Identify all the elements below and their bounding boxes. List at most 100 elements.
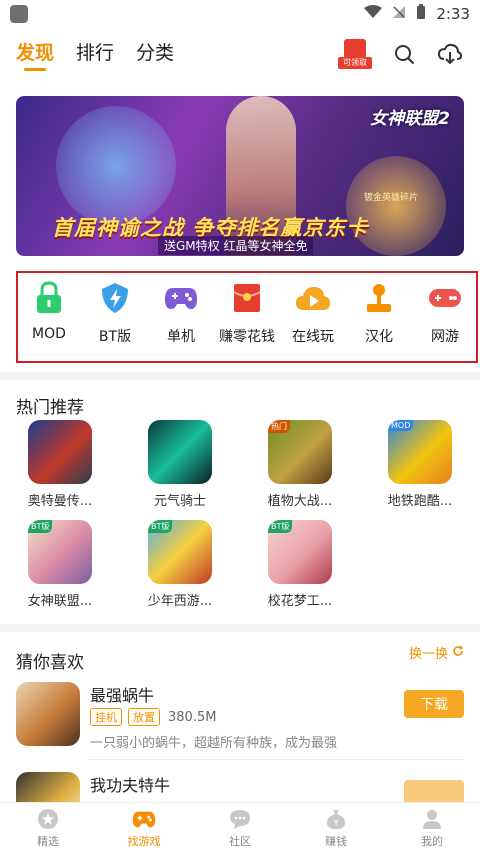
category-label: 网游 <box>431 329 459 345</box>
game-thumbnail <box>16 682 80 746</box>
category-label: 单机 <box>167 329 195 345</box>
no-signal-icon <box>392 5 406 23</box>
category-label: 赚零花钱 <box>219 329 275 345</box>
list-divider <box>88 759 464 760</box>
game-name: 校花梦工... <box>267 594 333 609</box>
game-name: 元气骑士 <box>153 494 206 509</box>
game-tags: 挂机 放置 380.5M <box>90 708 216 726</box>
game-thumbnail <box>28 420 92 484</box>
game-tag: 放置 <box>128 708 160 726</box>
search-icon[interactable] <box>390 40 418 68</box>
shield-icon <box>97 280 133 316</box>
chat-icon <box>228 808 252 830</box>
nav-label: 我的 <box>421 834 443 848</box>
lock-icon <box>31 280 67 316</box>
gift-icon <box>344 39 366 59</box>
nav-featured[interactable]: 精选 <box>0 803 96 853</box>
game-thumbnail: BT版 <box>268 520 332 584</box>
game-badge: MOD <box>388 420 414 431</box>
banner-subtext: 镀金英雄碎片 <box>363 193 418 203</box>
nav-earn[interactable]: ¥ 赚钱 <box>288 803 384 853</box>
category-online[interactable]: 在线玩 <box>280 280 346 346</box>
gamepad-icon <box>163 280 199 316</box>
clock: 2:33 <box>436 5 470 23</box>
game-thumbnail: 热门 <box>268 420 332 484</box>
game-badge: 热门 <box>268 420 290 433</box>
nav-find-games[interactable]: 找游戏 <box>96 803 192 853</box>
gift-button[interactable]: 可领取 <box>338 37 372 71</box>
category-earn[interactable]: 赚零花钱 <box>214 280 280 346</box>
tab-category[interactable]: 分类 <box>136 38 174 71</box>
hot-game-item[interactable]: BT版 少年西游... <box>132 520 228 609</box>
top-tabs: 发现 排行 分类 <box>16 38 174 71</box>
controller-icon <box>427 280 463 316</box>
game-thumbnail: BT版 <box>28 520 92 584</box>
banner-tagline: 送GM特权 红晶等女神全免 <box>158 236 314 255</box>
game-thumbnail: BT版 <box>148 520 212 584</box>
banner-logo: 女神联盟2 <box>370 109 450 129</box>
hot-game-item[interactable]: 热门 植物大战... <box>252 420 348 509</box>
game-name: 植物大战... <box>267 494 333 509</box>
game-name: 奥特曼传... <box>27 494 93 509</box>
gift-label: 可领取 <box>338 57 372 69</box>
hot-game-item[interactable]: BT版 女神联盟... <box>12 520 108 609</box>
nav-community[interactable]: 社区 <box>192 803 288 853</box>
red-envelope-icon <box>229 280 265 316</box>
nav-label: 赚钱 <box>325 834 347 848</box>
svg-text:¥: ¥ <box>333 818 338 827</box>
game-name: 地铁跑酷... <box>387 494 453 509</box>
banner-crystal-art <box>56 106 176 226</box>
guess-section-title: 猜你喜欢 <box>16 653 84 673</box>
user-icon <box>420 808 444 830</box>
category-chinese[interactable]: 汉化 <box>346 280 412 346</box>
money-bag-icon: ¥ <box>324 808 348 830</box>
game-title: 我功夫特牛 <box>90 776 171 795</box>
wifi-icon <box>364 5 383 23</box>
game-thumbnail <box>148 420 212 484</box>
category-mod[interactable]: MOD <box>16 280 82 346</box>
promo-banner[interactable]: 女神联盟2 镀金英雄碎片 首届神谕之战 争夺排名赢京东卡 送GM特权 红晶等女神… <box>16 96 464 256</box>
nav-label: 精选 <box>37 834 59 848</box>
category-single[interactable]: 单机 <box>148 280 214 346</box>
nav-profile[interactable]: 我的 <box>384 803 480 853</box>
cloud-play-icon <box>295 280 331 316</box>
star-icon <box>36 808 60 830</box>
category-bt[interactable]: BT版 <box>82 280 148 346</box>
game-badge: BT版 <box>268 520 293 533</box>
download-cloud-icon[interactable] <box>436 40 464 68</box>
game-size: 380.5M <box>168 709 217 725</box>
download-button[interactable]: 下载 <box>404 690 464 718</box>
bottom-nav: 精选 找游戏 社区 ¥ 赚钱 我的 <box>0 802 480 853</box>
category-label: MOD <box>32 326 66 342</box>
hot-game-item[interactable]: 元气骑士 <box>132 420 228 509</box>
joystick-icon <box>361 280 397 316</box>
game-badge: BT版 <box>148 520 173 533</box>
category-label: 在线玩 <box>292 329 334 345</box>
recommend-item[interactable]: 最强蜗牛 挂机 放置 380.5M 一只弱小的蜗牛，超越所有种族，成为最强 下载 <box>16 682 464 752</box>
refresh-button[interactable]: 换一换 <box>409 643 464 662</box>
game-title: 最强蜗牛 <box>90 686 155 705</box>
game-thumbnail: MOD <box>388 420 452 484</box>
hot-game-item[interactable]: MOD 地铁跑酷... <box>372 420 468 509</box>
gamepad-icon <box>132 808 156 830</box>
hot-game-item[interactable]: 奥特曼传... <box>12 420 108 509</box>
category-label: BT版 <box>98 329 132 345</box>
nav-label: 找游戏 <box>127 834 161 848</box>
game-name: 少年西游... <box>147 594 213 609</box>
section-divider <box>0 624 480 632</box>
tab-discover[interactable]: 发现 <box>16 38 54 71</box>
notification-icon <box>10 5 28 23</box>
section-divider <box>0 372 480 380</box>
game-tag: 挂机 <box>90 708 122 726</box>
game-name: 女神联盟... <box>27 594 93 609</box>
status-bar: 2:33 <box>0 0 480 28</box>
category-online-game[interactable]: 网游 <box>412 280 478 346</box>
category-row: MOD BT版 单机 赚零花钱 在线玩 汉化 网游 <box>16 280 478 346</box>
hot-section-title: 热门推荐 <box>16 398 84 418</box>
category-label: 汉化 <box>365 329 393 345</box>
top-header: 发现 排行 分类 可领取 <box>0 28 480 80</box>
hot-game-item[interactable]: BT版 校花梦工... <box>252 520 348 609</box>
refresh-label: 换一换 <box>408 647 448 662</box>
game-description: 一只弱小的蜗牛，超越所有种族，成为最强 <box>90 736 338 751</box>
tab-ranking[interactable]: 排行 <box>76 38 114 71</box>
